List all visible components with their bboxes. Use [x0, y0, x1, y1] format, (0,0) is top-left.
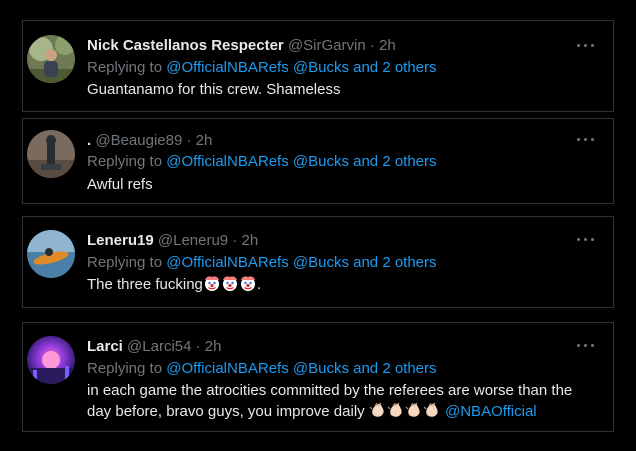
timestamp[interactable]: · 2h	[232, 232, 258, 249]
profile-photo-icon	[27, 336, 75, 384]
others-link[interactable]: and 2 others	[353, 153, 436, 170]
replying-to: Replying to @OfficialNBARefs @Bucks and …	[87, 152, 437, 172]
display-name[interactable]: Leneru19	[87, 232, 154, 249]
avatar[interactable]	[27, 230, 75, 278]
avatar[interactable]	[27, 35, 75, 83]
tweet-card-1[interactable]: Nick Castellanos Respecter @SirGarvin · …	[22, 20, 614, 112]
replying-to-label: Replying to	[87, 153, 163, 170]
clapping-hands-icon	[423, 401, 441, 425]
clown-face-icon	[221, 274, 239, 298]
tweet-text: in each game the atrocities committed by…	[87, 380, 607, 425]
replying-to: Replying to @OfficialNBARefs @Bucks and …	[87, 253, 437, 273]
others-link[interactable]: and 2 others	[353, 59, 436, 76]
profile-photo-icon	[27, 130, 75, 178]
tweet-text-line-2: day before, bravo guys, you improve dail…	[87, 401, 607, 425]
timestamp[interactable]: · 2h	[370, 37, 396, 54]
profile-photo-icon	[27, 230, 75, 278]
others-link[interactable]: and 2 others	[353, 360, 436, 377]
display-name[interactable]: Larci	[87, 338, 123, 355]
tweet-card-3[interactable]: Leneru19 @Leneru9 · 2h Replying to @Offi…	[22, 216, 614, 308]
tweet-card-2[interactable]: . @Beaugie89 · 2h Replying to @OfficialN…	[22, 118, 614, 204]
avatar[interactable]	[27, 130, 75, 178]
tweet-text-suffix: .	[256, 276, 262, 293]
profile-photo-icon	[27, 35, 75, 83]
user-handle[interactable]: @SirGarvin	[288, 37, 366, 54]
mention-link[interactable]: @OfficialNBARefs	[166, 59, 288, 76]
tweet-text-line: in each game the atrocities committed by…	[87, 382, 573, 399]
mention-link[interactable]: @Bucks	[293, 153, 349, 170]
more-options-icon[interactable]	[577, 137, 597, 143]
clown-face-icon	[203, 274, 221, 298]
tweet-card-4[interactable]: Larci @Larci54 · 2h Replying to @Officia…	[22, 322, 614, 432]
mention-link[interactable]: @OfficialNBARefs	[166, 254, 288, 271]
replying-to-label: Replying to	[87, 254, 163, 271]
clapping-hands-icon	[405, 401, 423, 425]
clapping-hands-icon	[369, 401, 387, 425]
replying-to: Replying to @OfficialNBARefs @Bucks and …	[87, 359, 437, 379]
user-handle[interactable]: @Beaugie89	[95, 132, 182, 149]
more-options-icon[interactable]	[577, 343, 597, 349]
user-handle[interactable]: @Leneru9	[158, 232, 228, 249]
mention-link[interactable]: @Bucks	[293, 360, 349, 377]
timestamp[interactable]: · 2h	[186, 132, 212, 149]
mention-link[interactable]: @OfficialNBARefs	[166, 153, 288, 170]
replying-to: Replying to @OfficialNBARefs @Bucks and …	[87, 58, 437, 78]
mention-link[interactable]: @Bucks	[293, 254, 349, 271]
tweet-text: The three fucking.	[87, 274, 261, 298]
tweet-text-body: The three fucking	[87, 276, 203, 293]
clown-face-icon	[239, 274, 257, 298]
display-name[interactable]: Nick Castellanos Respecter	[87, 37, 284, 54]
mention-link[interactable]: @NBAOfficial	[445, 403, 537, 420]
user-handle[interactable]: @Larci54	[127, 338, 191, 355]
more-options-icon[interactable]	[577, 237, 597, 243]
replying-to-label: Replying to	[87, 59, 163, 76]
more-options-icon[interactable]	[577, 43, 597, 49]
avatar[interactable]	[27, 336, 75, 384]
others-link[interactable]: and 2 others	[353, 254, 436, 271]
timestamp[interactable]: · 2h	[196, 338, 222, 355]
tweet-text: Awful refs	[87, 176, 153, 193]
replying-to-label: Replying to	[87, 360, 163, 377]
mention-link[interactable]: @OfficialNBARefs	[166, 360, 288, 377]
tweet-text-body: day before, bravo guys, you improve dail…	[87, 403, 365, 420]
mention-link[interactable]: @Bucks	[293, 59, 349, 76]
tweet-text: Guantanamo for this crew. Shameless	[87, 81, 341, 98]
clapping-hands-icon	[387, 401, 405, 425]
display-name[interactable]: .	[87, 132, 91, 149]
